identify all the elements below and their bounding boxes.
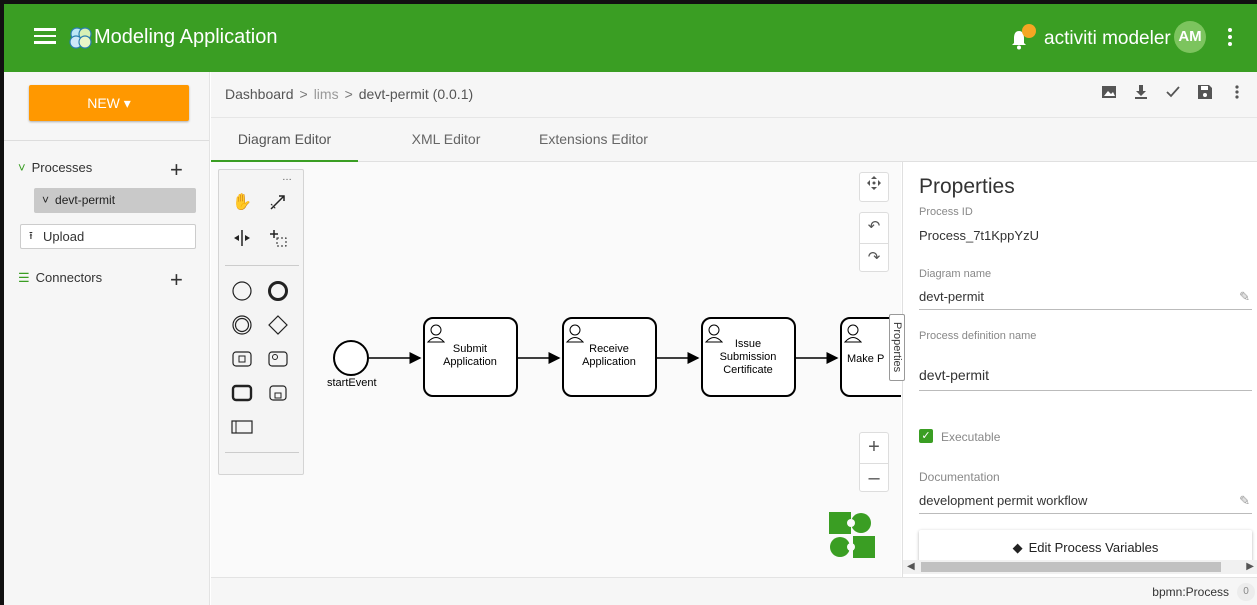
avatar[interactable]: AM	[1174, 21, 1206, 53]
breadcrumb-separator: >	[299, 86, 308, 102]
sidebar-item-label: devt-permit	[55, 193, 116, 207]
process-definition-name-input[interactable]: devt-permit	[919, 365, 1252, 391]
zoom-out-icon[interactable]: –	[860, 463, 888, 493]
breadcrumb-separator: >	[344, 86, 353, 102]
redo-icon[interactable]: ↷	[860, 243, 888, 273]
diagram-canvas[interactable]: … ✋ startEvent Submit Application Receiv…	[211, 162, 901, 577]
start-event[interactable]	[333, 340, 369, 376]
editor-tabs: Diagram Editor XML Editor Extensions Edi…	[211, 118, 1257, 162]
process-id-value: Process_7t1KppYzU	[919, 228, 1039, 243]
more-menu-icon[interactable]	[1228, 28, 1234, 48]
status-bar: bpmn:Process 0	[211, 577, 1257, 605]
zoom-in-icon[interactable]: +	[860, 433, 888, 463]
properties-scrollbar[interactable]: ◀ ▶	[903, 560, 1257, 574]
breadcrumb-current: devt-permit (0.0.1)	[358, 86, 474, 102]
upload-label: Upload	[43, 229, 85, 244]
app-header: Modeling Application activiti modeler AM	[4, 4, 1257, 72]
app-logo-icon	[69, 27, 92, 49]
undo-icon[interactable]: ↶	[860, 213, 888, 243]
task-label-line: Make P	[847, 353, 884, 365]
task-label-line: Certificate	[723, 364, 773, 376]
download-icon[interactable]	[1131, 84, 1151, 104]
properties-content: Properties Process ID Process_7t1KppYzU …	[919, 162, 1252, 577]
executable-label: Executable	[941, 430, 1001, 444]
task-receive-application[interactable]: Receive Application	[562, 317, 657, 397]
task-label-line: Application	[582, 356, 636, 368]
diagram-name-value: devt-permit	[919, 289, 985, 304]
sidebar: NEW ▾ ˅ Processes + ˅ devt-permit ⭱ Upload …	[4, 72, 210, 605]
main-area: Dashboard > lims > devt-permit (0.0.1) Diagr…	[211, 72, 1257, 605]
documentation-value: development permit workflow	[919, 493, 1088, 508]
zoom-group: + –	[859, 432, 889, 492]
menu-icon[interactable]	[34, 28, 56, 46]
edit-pencil-icon[interactable]: ✎	[1239, 492, 1250, 510]
breadcrumb-project[interactable]: lims	[314, 86, 339, 102]
edit-pencil-icon[interactable]: ✎	[1239, 288, 1250, 306]
selected-element-type: bpmn:Process	[1152, 585, 1229, 599]
connector-icon: ☰	[18, 270, 30, 285]
sidebar-item-devt-permit[interactable]: ˅ devt-permit	[34, 188, 196, 213]
user-name: activiti modeler	[1044, 28, 1171, 49]
diagram-name-field[interactable]: devt-permit ✎	[919, 288, 1252, 310]
task-label-line: Issue	[735, 338, 761, 350]
task-label-line: Receive	[589, 343, 629, 355]
sidebar-item-processes[interactable]: ˅ Processes	[18, 160, 92, 175]
app-title: Modeling Application	[94, 26, 278, 48]
sidebar-item-label: Processes	[31, 160, 93, 175]
add-process-button[interactable]: +	[170, 159, 183, 181]
tab-xml-editor[interactable]: XML Editor	[386, 118, 506, 162]
properties-panel: Properties Properties Process ID Process…	[889, 162, 1257, 577]
task-issue-submission-certificate[interactable]: Issue Submission Certificate	[701, 317, 796, 397]
tab-extensions-editor[interactable]: Extensions Editor	[521, 118, 666, 162]
upload-button[interactable]: ⭱ Upload	[20, 224, 196, 249]
process-id-label: Process ID	[919, 206, 973, 218]
task-label-line: Submission	[720, 351, 777, 363]
properties-title: Properties	[919, 175, 1015, 198]
process-definition-name-label: Process definition name	[919, 330, 1037, 342]
image-icon[interactable]	[1099, 84, 1119, 104]
task-label-line: Application	[443, 356, 497, 368]
add-connector-button[interactable]: +	[170, 269, 183, 291]
breadcrumb-dashboard[interactable]: Dashboard	[225, 86, 294, 102]
notification-badge	[1022, 24, 1036, 38]
process-icon: ˅	[42, 193, 50, 207]
validate-icon[interactable]	[1163, 84, 1183, 104]
properties-panel-toggle[interactable]: Properties	[889, 314, 905, 381]
fit-viewport-icon[interactable]	[859, 172, 889, 202]
undo-redo-group: ↶ ↷	[859, 212, 889, 272]
layers-icon: ◆	[1012, 540, 1023, 555]
save-icon[interactable]	[1195, 84, 1215, 104]
task-submit-application[interactable]: Submit Application	[423, 317, 518, 397]
bpmn-io-logo	[829, 512, 875, 558]
scroll-left-icon[interactable]: ◀	[907, 560, 915, 574]
more-icon[interactable]	[1227, 84, 1247, 104]
sidebar-item-label: Connectors	[35, 270, 103, 285]
process-icon: ˅	[18, 160, 26, 175]
executable-checkbox[interactable]: ✓	[919, 429, 933, 443]
task-label-line: Submit	[453, 343, 487, 355]
sidebar-item-connectors[interactable]: ☰ Connectors	[18, 270, 102, 286]
breadcrumb: Dashboard > lims > devt-permit (0.0.1)	[225, 86, 473, 102]
tab-diagram-editor[interactable]: Diagram Editor	[211, 118, 358, 162]
upload-icon: ⭱	[29, 230, 33, 242]
documentation-field[interactable]: development permit workflow ✎	[919, 492, 1252, 514]
documentation-label: Documentation	[919, 470, 1000, 484]
scroll-right-icon[interactable]: ▶	[1246, 560, 1254, 574]
editor-toolbar	[1087, 84, 1247, 104]
breadcrumb-bar: Dashboard > lims > devt-permit (0.0.1)	[211, 72, 1257, 118]
status-badge: 0	[1237, 583, 1255, 601]
bpmn-diagram: startEvent Submit Application Receive Ap…	[327, 317, 901, 558]
start-event-label: startEvent	[327, 377, 377, 389]
new-button[interactable]: NEW ▾	[29, 85, 189, 121]
edit-process-variables-label: Edit Process Variables	[1028, 540, 1159, 555]
sidebar-divider	[4, 140, 209, 141]
diagram-name-label: Diagram name	[919, 268, 992, 280]
scrollbar-thumb[interactable]	[921, 562, 1221, 572]
